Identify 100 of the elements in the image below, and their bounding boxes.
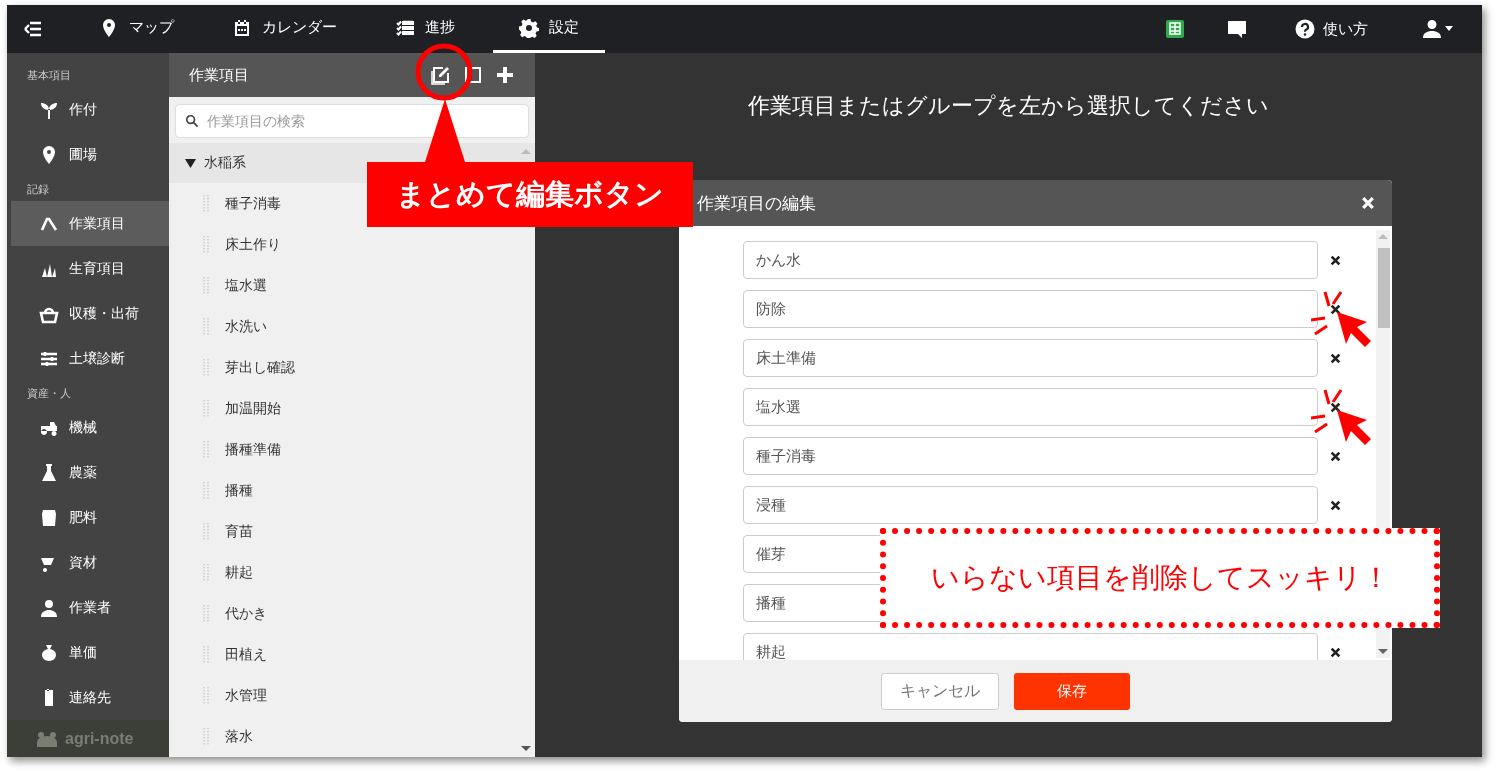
item-label: 芽出し確認 bbox=[225, 358, 295, 377]
list-item[interactable]: 播種準備 bbox=[169, 429, 535, 470]
list-item[interactable]: 水管理 bbox=[169, 675, 535, 716]
item-name-field[interactable]: 種子消毒 bbox=[743, 437, 1318, 475]
item-label: 播種 bbox=[225, 481, 253, 500]
sidebar-item[interactable]: 資材 bbox=[7, 540, 169, 585]
person-icon bbox=[39, 597, 59, 618]
sidebar-item[interactable]: 圃場 bbox=[7, 132, 169, 177]
close-icon[interactable] bbox=[1362, 197, 1374, 209]
delete-icon[interactable] bbox=[1330, 646, 1341, 658]
user-menu-icon[interactable] bbox=[1422, 19, 1454, 39]
annotation-tooltip: いらない項目を削除してスッキリ！ bbox=[880, 528, 1440, 628]
chat-icon[interactable] bbox=[1227, 19, 1247, 39]
expand-icon[interactable] bbox=[463, 65, 483, 85]
dialog-title: 作業項目の編集 bbox=[697, 192, 817, 215]
save-button[interactable]: 保存 bbox=[1014, 672, 1130, 710]
item-name-field[interactable]: 防除 bbox=[743, 290, 1318, 328]
flask-icon bbox=[39, 462, 59, 483]
sidebar-item[interactable]: 作業項目 bbox=[11, 201, 169, 246]
sidebar-item[interactable]: 土壌診断 bbox=[7, 336, 169, 381]
delete-icon[interactable] bbox=[1330, 401, 1341, 413]
list-item[interactable]: 耕起 bbox=[169, 552, 535, 593]
item-label: 床土作り bbox=[225, 235, 281, 254]
item-label: 水洗い bbox=[225, 317, 267, 336]
item-label: 耕起 bbox=[225, 563, 253, 582]
drag-handle-icon[interactable] bbox=[203, 275, 211, 296]
delete-icon[interactable] bbox=[1330, 254, 1341, 266]
search-field[interactable]: 作業項目の検索 bbox=[175, 104, 529, 138]
drag-handle-icon[interactable] bbox=[203, 685, 211, 706]
sidebar-item[interactable]: 収穫・出荷 bbox=[7, 291, 169, 336]
menu-collapse-icon[interactable] bbox=[23, 19, 43, 39]
sidebar-item[interactable]: 農薬 bbox=[7, 450, 169, 495]
sidebar-item[interactable]: 機械 bbox=[7, 405, 169, 450]
item-name-field[interactable]: 耕起 bbox=[743, 633, 1318, 660]
drag-handle-icon[interactable] bbox=[203, 234, 211, 255]
item-label: 播種準備 bbox=[225, 440, 281, 459]
list-item[interactable]: 田植え bbox=[169, 634, 535, 675]
list-item[interactable]: 落水 bbox=[169, 716, 535, 757]
sidebar-item[interactable]: 生育項目 bbox=[7, 246, 169, 291]
spreadsheet-icon[interactable] bbox=[1165, 19, 1185, 39]
cancel-button[interactable]: キャンセル bbox=[881, 672, 999, 710]
empty-state-message: 作業項目またはグループを左から選択してください bbox=[747, 92, 1270, 120]
panel-title: 作業項目 bbox=[189, 65, 249, 85]
money-bag-icon bbox=[39, 642, 59, 663]
drag-handle-icon[interactable] bbox=[203, 603, 211, 624]
delete-icon[interactable] bbox=[1330, 303, 1341, 315]
nav-tab[interactable]: カレンダー bbox=[212, 5, 357, 53]
drag-handle-icon[interactable] bbox=[203, 726, 211, 747]
drag-handle-icon[interactable] bbox=[203, 521, 211, 542]
nav-tab[interactable]: 進捗 bbox=[375, 5, 475, 53]
drag-handle-icon[interactable] bbox=[203, 316, 211, 337]
section-label: 記録 bbox=[26, 182, 50, 197]
drag-handle-icon[interactable] bbox=[203, 480, 211, 501]
list-item[interactable]: 床土作り bbox=[169, 224, 535, 265]
drag-handle-icon[interactable] bbox=[203, 562, 211, 583]
sidebar-item[interactable]: 単価 bbox=[7, 630, 169, 675]
sidebar-item[interactable]: 作業者 bbox=[7, 585, 169, 630]
delete-icon[interactable] bbox=[1330, 352, 1341, 364]
item-label: 育苗 bbox=[225, 522, 253, 541]
item-label: 田植え bbox=[225, 645, 267, 664]
sidebar-item[interactable]: 肥料 bbox=[7, 495, 169, 540]
item-name-field[interactable]: 浸種 bbox=[743, 486, 1318, 524]
drag-handle-icon[interactable] bbox=[203, 193, 211, 214]
item-label: 落水 bbox=[225, 727, 253, 746]
brand-name: agri-note bbox=[65, 729, 134, 748]
item-name-field[interactable]: かん水 bbox=[743, 241, 1318, 279]
drag-handle-icon[interactable] bbox=[203, 357, 211, 378]
list-item[interactable]: 加温開始 bbox=[169, 388, 535, 429]
list-item[interactable]: 芽出し確認 bbox=[169, 347, 535, 388]
list-item[interactable]: 水洗い bbox=[169, 306, 535, 347]
section-label: 基本項目 bbox=[26, 68, 72, 83]
sidebar-item[interactable]: 作付 bbox=[7, 87, 169, 132]
list-item[interactable]: 育苗 bbox=[169, 511, 535, 552]
frog-logo-icon bbox=[35, 729, 59, 748]
bag-icon bbox=[39, 507, 59, 528]
list-item[interactable]: 播種 bbox=[169, 470, 535, 511]
help-link[interactable]: 使い方 bbox=[1289, 18, 1374, 40]
item-name-field[interactable]: 塩水選 bbox=[743, 388, 1318, 426]
drag-handle-icon[interactable] bbox=[203, 398, 211, 419]
item-label: 加温開始 bbox=[225, 399, 281, 418]
item-label: 種子消毒 bbox=[225, 194, 281, 213]
item-label: 塩水選 bbox=[225, 276, 267, 295]
item-name-field[interactable]: 床土準備 bbox=[743, 339, 1318, 377]
delete-icon[interactable] bbox=[1330, 450, 1341, 462]
highlight-circle bbox=[414, 42, 474, 102]
drag-handle-icon[interactable] bbox=[203, 644, 211, 665]
add-icon[interactable] bbox=[495, 65, 515, 85]
item-label: 水管理 bbox=[225, 686, 267, 705]
section-label: 資産・人 bbox=[26, 386, 72, 401]
list-item[interactable]: 塩水選 bbox=[169, 265, 535, 306]
calendar-icon bbox=[232, 17, 252, 38]
nav-tab[interactable]: マップ bbox=[79, 5, 194, 53]
drag-handle-icon[interactable] bbox=[203, 439, 211, 460]
help-icon bbox=[1295, 19, 1315, 39]
edit-icon[interactable] bbox=[431, 65, 451, 85]
settings-icon bbox=[519, 17, 539, 38]
sidebar-item[interactable]: 連絡先 bbox=[7, 675, 169, 720]
delete-icon[interactable] bbox=[1330, 499, 1341, 511]
item-label: 代かき bbox=[225, 604, 267, 623]
list-item[interactable]: 代かき bbox=[169, 593, 535, 634]
